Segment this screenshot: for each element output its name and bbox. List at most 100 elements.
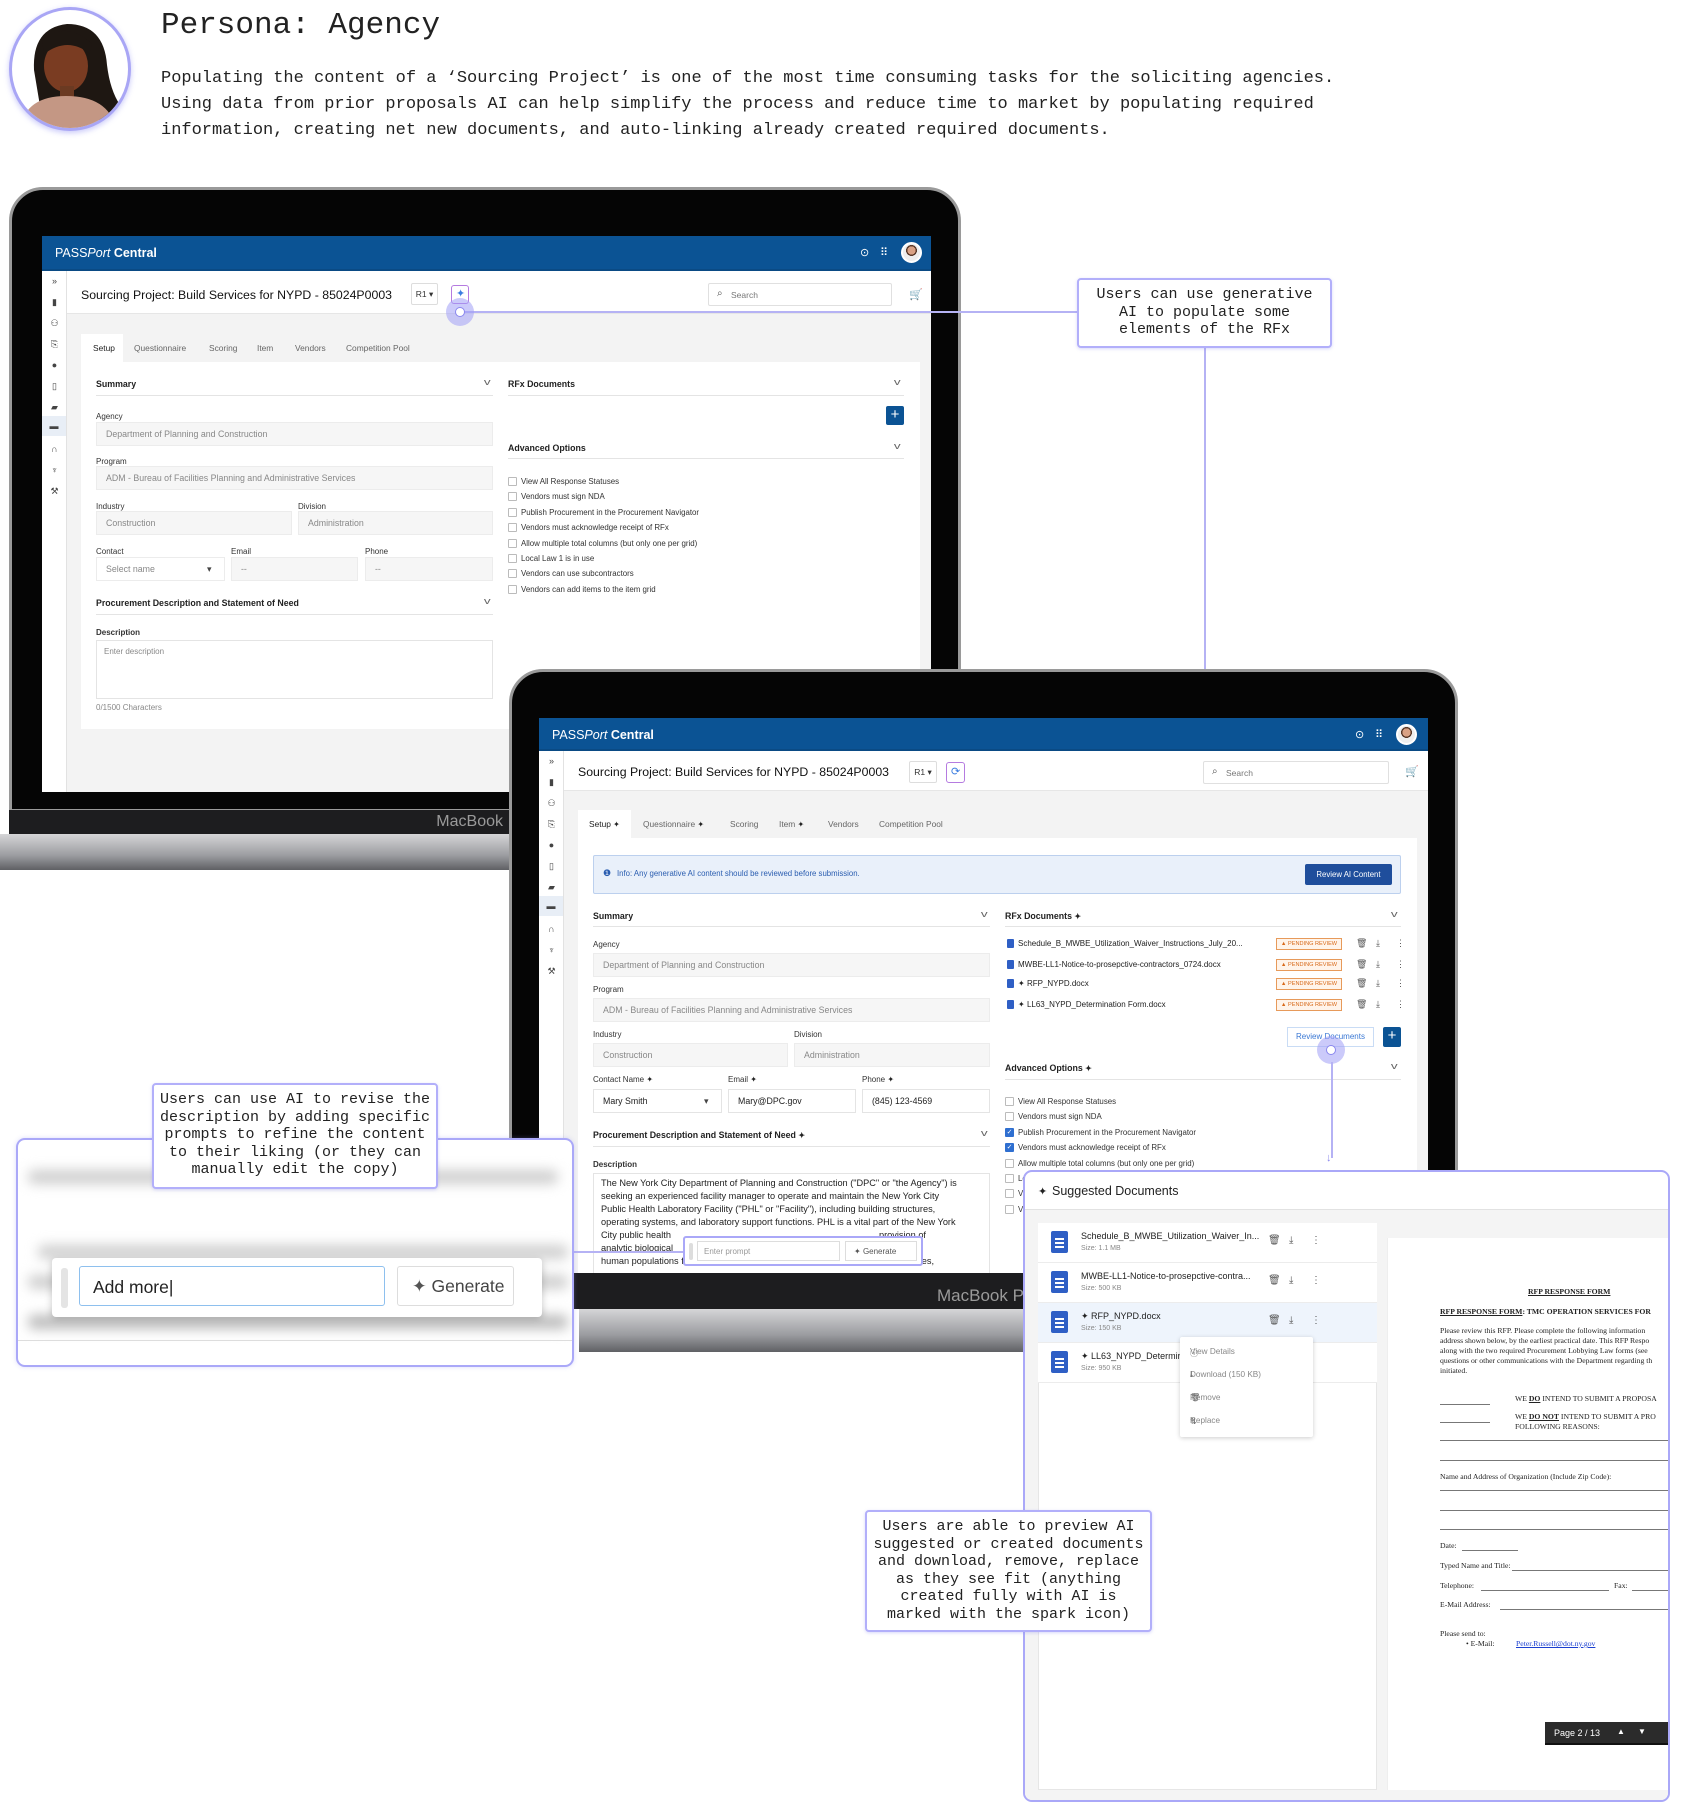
users-icon[interactable]: ⚇ [48, 318, 61, 329]
program-field[interactable]: ADM - Bureau of Facilities Planning and … [593, 998, 990, 1022]
page-down-icon[interactable]: ▼ [1638, 1727, 1646, 1736]
add-document-button[interactable]: + [886, 406, 904, 425]
download-icon[interactable]: ⤓ [1376, 959, 1380, 970]
tab-vendors[interactable]: Vendors [295, 343, 326, 353]
option-checkbox[interactable] [508, 584, 517, 594]
drag-handle[interactable] [689, 1243, 693, 1260]
menu-item-remove[interactable]: 🗑 Remove [1190, 1393, 1221, 1402]
suggested-document-row[interactable]: Schedule_B_MWBE_Utilization_Waiver_In...… [1038, 1223, 1377, 1263]
trash-icon[interactable]: 🗑 [1268, 1235, 1281, 1246]
more-icon[interactable]: ⋮ [1396, 978, 1405, 989]
help-icon[interactable]: ⊙ [860, 246, 869, 259]
option-checkbox[interactable] [1005, 1158, 1014, 1168]
contact-select[interactable]: Mary Smith ▾ [593, 1089, 722, 1113]
expand-icon[interactable]: » [48, 276, 61, 286]
document-name[interactable]: MWBE-LL1-Notice-to-prosepctive-contracto… [1018, 960, 1221, 969]
chevron-down-icon[interactable]: v [981, 909, 988, 919]
option-checkbox[interactable]: ✓ [1005, 1127, 1014, 1137]
tab-item[interactable]: Item ✦ [779, 819, 804, 829]
revision-dropdown[interactable]: R1 ▾ [909, 761, 937, 783]
more-icon[interactable]: ⋮ [1396, 999, 1405, 1010]
agency-field[interactable]: Department of Planning and Construction [96, 422, 493, 446]
trash-icon[interactable]: 🗑 [1356, 938, 1367, 949]
apps-grid-icon[interactable]: ⠿ [880, 246, 888, 259]
clipboard-icon[interactable]: ▮ [48, 297, 61, 308]
cart-icon[interactable]: 🛒 [1405, 765, 1419, 778]
option-checkbox[interactable] [508, 492, 517, 502]
option-checkbox[interactable] [1005, 1097, 1014, 1106]
revision-dropdown[interactable]: R1 ▾ [411, 283, 438, 305]
brand-logo[interactable]: PASSPort Central [552, 728, 654, 742]
option-checkbox[interactable] [1005, 1112, 1014, 1122]
option-checkbox[interactable] [508, 507, 517, 517]
binoculars-icon[interactable]: ∩ [48, 444, 61, 454]
phone-field[interactable]: -- [365, 557, 493, 581]
division-field[interactable]: Administration [794, 1043, 990, 1067]
file-icon[interactable]: ▯ [545, 861, 558, 872]
drag-handle[interactable] [61, 1268, 68, 1308]
download-icon[interactable]: ⤓ [1376, 938, 1380, 949]
download-icon[interactable]: ⤓ [1289, 1235, 1293, 1246]
trash-icon[interactable]: 🗑 [1356, 959, 1367, 970]
prompt-input[interactable]: Enter prompt [697, 1241, 840, 1261]
truck-icon[interactable]: ▰ [545, 882, 558, 893]
industry-field[interactable]: Construction [593, 1043, 788, 1067]
industry-field[interactable]: Construction [96, 511, 292, 535]
generate-button[interactable]: ✦ Generate [397, 1266, 514, 1306]
tab-item[interactable]: Item [257, 343, 273, 353]
chevron-down-icon[interactable]: v [1391, 1061, 1398, 1071]
tab-scoring[interactable]: Scoring [209, 343, 237, 353]
trophy-icon[interactable]: ♆ [48, 465, 61, 475]
gavel-icon[interactable]: ⚒ [545, 966, 558, 977]
tab-setup[interactable]: Setup [93, 343, 115, 353]
program-field[interactable]: ADM - Bureau of Facilities Planning and … [96, 466, 493, 490]
expand-icon[interactable]: » [545, 756, 558, 766]
email-field[interactable]: -- [231, 557, 358, 581]
document-name[interactable]: ✦ RFP_NYPD.docx [1018, 979, 1089, 988]
more-icon[interactable]: ⋮ [1311, 1315, 1321, 1326]
apps-grid-icon[interactable]: ⠿ [1375, 728, 1383, 741]
option-checkbox[interactable] [508, 477, 517, 486]
chevron-down-icon[interactable]: v [484, 596, 491, 606]
menu-item-replace[interactable]: ⇅ Replace [1190, 1416, 1220, 1426]
option-checkbox[interactable] [508, 569, 517, 579]
download-icon[interactable]: ⤓ [1376, 978, 1380, 989]
search-input[interactable]: ⌕ Search [1203, 761, 1389, 784]
trash-icon[interactable]: 🗑 [1356, 999, 1367, 1010]
users-icon[interactable]: ⚇ [545, 798, 558, 809]
phone-field[interactable]: (845) 123-4569 [862, 1089, 990, 1113]
document-transfer-icon[interactable]: ⎘ [545, 819, 558, 830]
tab-competition-pool[interactable]: Competition Pool [346, 343, 410, 353]
description-textarea[interactable]: Enter description [96, 640, 493, 699]
document-name[interactable]: ✦ LL63_NYPD_Determination Form.docx [1018, 1000, 1166, 1009]
chat-icon[interactable]: ● [545, 840, 558, 850]
page-up-icon[interactable]: ▲ [1617, 1727, 1625, 1736]
option-checkbox[interactable] [508, 538, 517, 548]
more-icon[interactable]: ⋮ [1311, 1235, 1321, 1246]
division-field[interactable]: Administration [298, 511, 493, 535]
download-icon[interactable]: ⤓ [1289, 1315, 1293, 1326]
document-name[interactable]: Schedule_B_MWBE_Utilization_Waiver_Instr… [1018, 939, 1243, 948]
option-checkbox[interactable] [1005, 1189, 1014, 1199]
more-icon[interactable]: ⋮ [1311, 1275, 1321, 1286]
trophy-icon[interactable]: ♆ [545, 945, 558, 955]
chevron-down-icon[interactable]: v [894, 441, 901, 451]
user-avatar[interactable] [901, 242, 922, 263]
brand-logo[interactable]: PASSPort Central [55, 246, 157, 260]
chevron-down-icon[interactable]: v [894, 377, 901, 387]
cart-icon[interactable]: 🛒 [909, 288, 923, 301]
download-icon[interactable]: ⤓ [1289, 1275, 1293, 1286]
search-input[interactable]: ⌕ Search [708, 283, 892, 306]
add-document-button[interactable]: + [1383, 1027, 1401, 1047]
option-checkbox[interactable] [1005, 1174, 1014, 1183]
file-icon[interactable]: ▯ [48, 381, 61, 392]
chat-icon[interactable]: ● [48, 360, 61, 370]
binoculars-icon[interactable]: ∩ [545, 924, 558, 934]
tab-setup[interactable]: Setup ✦ [589, 819, 620, 829]
email-field[interactable]: Mary@DPC.gov [728, 1089, 856, 1113]
option-checkbox[interactable] [1005, 1204, 1014, 1214]
tab-competition-pool[interactable]: Competition Pool [879, 819, 943, 829]
gavel-icon[interactable]: ⚒ [48, 486, 61, 497]
prompt-input[interactable]: Add more| [79, 1266, 385, 1306]
generate-button[interactable]: ✦ Generate [845, 1241, 917, 1261]
